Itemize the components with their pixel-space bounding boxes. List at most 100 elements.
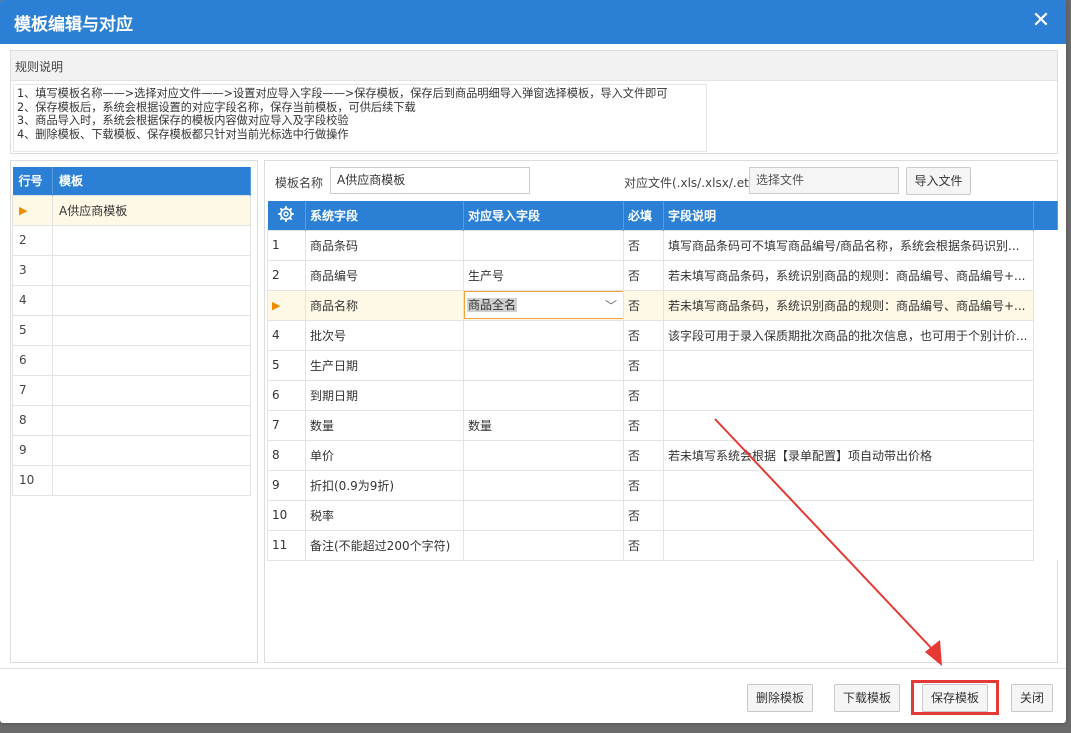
close-button[interactable]: 关闭 xyxy=(1011,684,1053,712)
system-field-cell: 商品条码 xyxy=(305,229,464,261)
description-cell xyxy=(663,349,1034,381)
import-field-cell[interactable] xyxy=(463,229,624,261)
required-cell: 否 xyxy=(623,229,664,261)
gear-icon[interactable] xyxy=(278,205,295,222)
col-header-system-field: 系统字段 xyxy=(305,201,464,230)
system-field-cell: 商品编号 xyxy=(305,259,464,291)
field-row-number: 1 xyxy=(267,229,306,261)
required-cell: 否 xyxy=(623,379,664,411)
template-row[interactable]: 5 xyxy=(12,314,251,346)
field-row-number: 9 xyxy=(267,469,306,501)
field-row-number: 10 xyxy=(267,499,306,531)
delete-template-button[interactable]: 删除模板 xyxy=(747,684,813,712)
field-row[interactable]: ▶ 商品名称 商品全名 ﹀ 否若未填写商品条码，系统识别商品的规则：商品编号、商品编号+… xyxy=(267,289,1058,321)
required-cell: 否 xyxy=(623,289,664,321)
field-row[interactable]: 8 单价 否若未填写系统会根据【录单配置】项自动带出价格 xyxy=(267,439,1058,471)
template-row[interactable]: 3 xyxy=(12,254,251,286)
spacer-cell xyxy=(1033,260,1058,290)
field-row-number: ▶ xyxy=(267,289,306,321)
required-cell: 否 xyxy=(623,529,664,561)
rules-panel: 规则说明 1、填写模板名称——>选择对应文件——>设置对应导入字段——>保存模板… xyxy=(10,50,1058,154)
field-mapping-table: 系统字段 对应导入字段 必填 字段说明 1 商品条码否填写商品条码可不填写商品编号… xyxy=(267,201,1058,561)
import-field-cell[interactable] xyxy=(463,529,624,561)
field-row[interactable]: 1 商品条码 否填写商品条码可不填写商品编号/商品名称，系统会根据条码识别... xyxy=(267,229,1058,261)
template-row[interactable]: 4 xyxy=(12,284,251,316)
import-field-cell[interactable] xyxy=(463,439,624,471)
chevron-down-icon[interactable]: ﹀ xyxy=(605,297,617,314)
field-row-number: 4 xyxy=(267,319,306,351)
field-row[interactable]: 11 备注(不能超过200个字符) 否 xyxy=(267,529,1058,561)
template-name-input[interactable]: A供应商模板 xyxy=(330,167,530,194)
field-row[interactable]: 7 数量 数量否 xyxy=(267,409,1058,441)
template-row-name xyxy=(52,284,251,316)
template-row[interactable]: 6 xyxy=(12,344,251,376)
dialog-titlebar: 模板编辑与对应 ✕ xyxy=(0,0,1066,44)
template-row[interactable]: 10 xyxy=(12,464,251,496)
template-row[interactable]: 9 xyxy=(12,434,251,466)
system-field-cell: 批次号 xyxy=(305,319,464,351)
file-select-input[interactable]: 选择文件 xyxy=(749,167,899,194)
system-field-cell: 生产日期 xyxy=(305,349,464,381)
description-cell: 若未填写商品条码，系统识别商品的规则：商品编号、商品编号+... xyxy=(663,289,1034,321)
template-row-name xyxy=(52,464,251,496)
rule-line: 4、删除模板、下载模板、保存模板都只针对当前光标选中行做操作 xyxy=(17,127,349,141)
col-header-spacer xyxy=(1033,201,1058,230)
description-cell xyxy=(663,529,1034,561)
import-file-button[interactable]: 导入文件 xyxy=(906,167,971,195)
template-row-number: 8 xyxy=(12,404,53,436)
required-cell: 否 xyxy=(623,499,664,531)
spacer-cell xyxy=(1033,440,1058,470)
import-field-cell[interactable]: 商品全名 ﹀ xyxy=(463,289,624,321)
file-label: 对应文件(.xls/.xlsx/.et) xyxy=(624,176,754,190)
close-icon[interactable]: ✕ xyxy=(1030,10,1052,32)
template-edit-panel: 模板名称 A供应商模板 对应文件(.xls/.xlsx/.et) 选择文件 导入… xyxy=(264,160,1058,663)
spacer-cell xyxy=(1033,380,1058,410)
template-row-number: 9 xyxy=(12,434,53,466)
template-form: 模板名称 A供应商模板 对应文件(.xls/.xlsx/.et) 选择文件 导入… xyxy=(265,161,1057,201)
system-field-cell: 折扣(0.9为9折) xyxy=(305,469,464,501)
description-cell xyxy=(663,499,1034,531)
col-header-rownum: 行号 xyxy=(12,167,53,195)
template-table: 行号 模板 ▶ A供应商模板 2 3 4 5 6 7 8 9 10 xyxy=(12,167,251,496)
rule-line: 2、保存模板后，系统会根据设置的对应字段名称，保存当前模板，可供后续下载 xyxy=(17,100,416,114)
import-field-cell[interactable] xyxy=(463,469,624,501)
import-field-cell[interactable] xyxy=(463,499,624,531)
required-cell: 否 xyxy=(623,439,664,471)
field-row-number: 6 xyxy=(267,379,306,411)
spacer-cell xyxy=(1033,470,1058,500)
col-header-template: 模板 xyxy=(52,167,251,195)
required-cell: 否 xyxy=(623,469,664,501)
dialog-footer: 删除模板 下载模板 保存模板 关闭 xyxy=(0,668,1066,723)
spacer-cell xyxy=(1033,290,1058,320)
row-pointer-icon: ▶ xyxy=(272,299,281,312)
description-cell: 该字段可用于录入保质期批次商品的批次信息，也可用于个别计价... xyxy=(663,319,1034,351)
template-row[interactable]: 2 xyxy=(12,224,251,256)
field-row[interactable]: 4 批次号 否该字段可用于录入保质期批次商品的批次信息，也可用于个别计价... xyxy=(267,319,1058,351)
template-row-name xyxy=(52,254,251,286)
field-row-number: 5 xyxy=(267,349,306,381)
system-field-cell: 到期日期 xyxy=(305,379,464,411)
description-cell xyxy=(663,469,1034,501)
import-field-dropdown[interactable]: 商品全名 ﹀ xyxy=(464,291,623,319)
field-row[interactable]: 9 折扣(0.9为9折) 否 xyxy=(267,469,1058,501)
field-row[interactable]: 2 商品编号 生产号否若未填写商品条码，系统识别商品的规则：商品编号、商品编号+..… xyxy=(267,259,1058,291)
template-row[interactable]: 7 xyxy=(12,374,251,406)
import-field-cell[interactable]: 数量 xyxy=(463,409,624,441)
required-cell: 否 xyxy=(623,259,664,291)
rules-header: 规则说明 xyxy=(11,51,1057,81)
field-row[interactable]: 5 生产日期 否 xyxy=(267,349,1058,381)
import-field-cell[interactable] xyxy=(463,349,624,381)
save-highlight-box xyxy=(911,680,999,715)
system-field-cell: 数量 xyxy=(305,409,464,441)
field-row[interactable]: 10 税率 否 xyxy=(267,499,1058,531)
import-field-cell[interactable] xyxy=(463,319,624,351)
import-field-cell[interactable]: 生产号 xyxy=(463,259,624,291)
field-row[interactable]: 6 到期日期 否 xyxy=(267,379,1058,411)
import-field-cell[interactable] xyxy=(463,379,624,411)
description-cell: 若未填写系统会根据【录单配置】项自动带出价格 xyxy=(663,439,1034,471)
settings-column-header[interactable] xyxy=(267,201,306,230)
template-row[interactable]: 8 xyxy=(12,404,251,436)
download-template-button[interactable]: 下载模板 xyxy=(834,684,900,712)
template-row[interactable]: ▶ A供应商模板 xyxy=(12,194,251,226)
field-row-number: 7 xyxy=(267,409,306,441)
